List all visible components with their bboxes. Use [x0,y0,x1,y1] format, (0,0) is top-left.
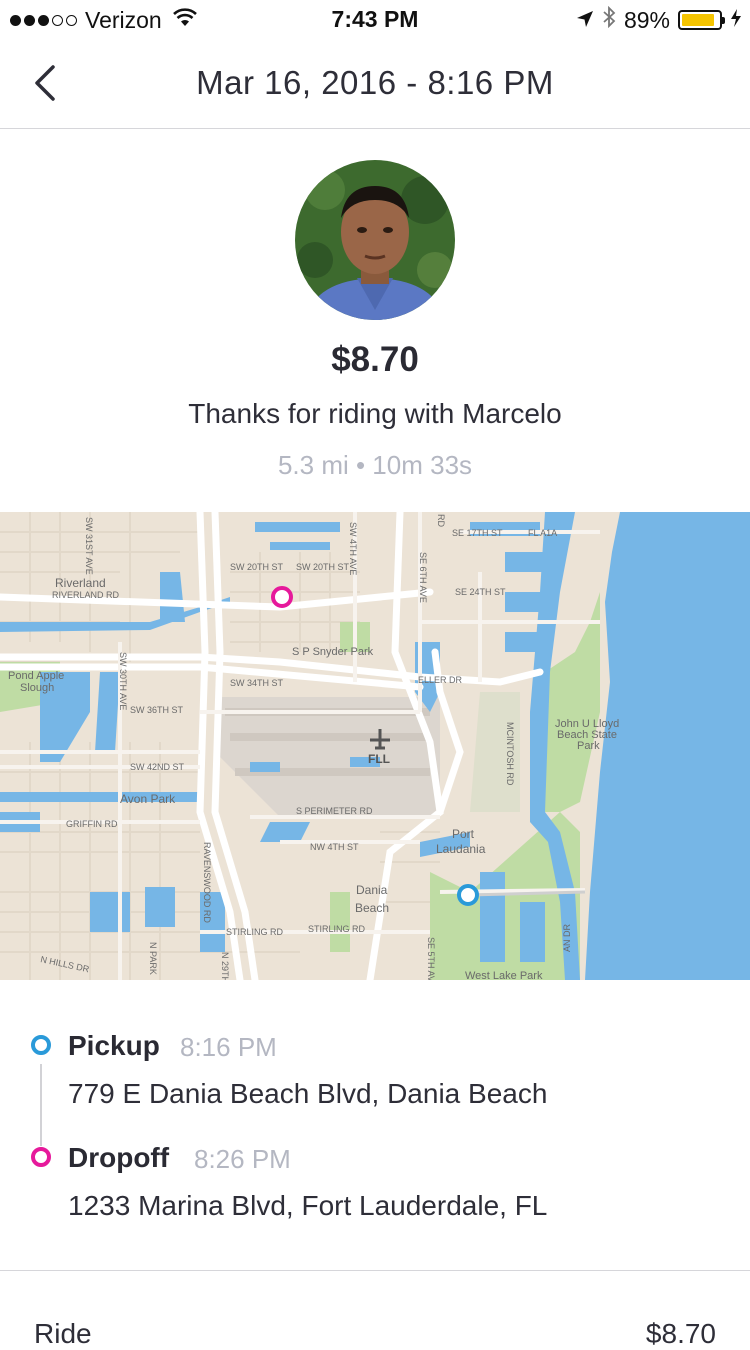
driver-avatar [295,160,455,320]
location-arrow-icon [576,7,594,34]
map-label: RIVERLAND RD [52,590,120,600]
route-connector [40,1064,42,1146]
map-label: Beach [355,901,389,915]
dropoff-marker[interactable] [271,586,293,608]
map-label: SW 42ND ST [130,762,185,772]
map-label: Laudania [436,842,486,856]
map-label: SW 4TH AVE [348,522,358,575]
map-label: N PARK [148,942,158,975]
thanks-message: Thanks for riding with Marcelo [188,398,562,429]
map-label: SW 31ST AVE [84,517,94,575]
map-label: West Lake Park [465,970,543,980]
map-label: S PERIMETER RD [296,806,373,816]
map-label: NW 4TH ST [310,842,359,852]
pickup-dot-icon [31,1035,51,1055]
map-label: FLL [368,752,390,766]
ride-amount: $8.70 [645,1318,716,1349]
map-label: S P Snyder Park [292,646,374,658]
dropoff-address: 1233 Marina Blvd, Fort Lauderdale, FL [68,1190,548,1221]
map-label: RAVENSWOOD RD [202,842,212,923]
map-label: Pond Apple [8,670,64,682]
map-label: Port [452,827,475,841]
map-label: SW 20TH ST [230,562,284,572]
map-label: SW 30TH AVE [118,652,128,710]
page-title: Mar 16, 2016 - 8:16 PM [196,64,554,101]
map-label: STIRLING RD [226,927,284,937]
map-label: SE 6TH AVE [418,552,428,603]
battery-fill [682,14,715,26]
map-label: GRIFFIN RD [66,819,118,829]
map-label: FL A1A [528,528,557,538]
trip-stats: 5.3 mi • 10m 33s [277,450,473,480]
map-label: SE 17TH ST [452,528,503,538]
pickup-address: 779 E Dania Beach Blvd, Dania Beach [68,1078,548,1109]
dropoff-dot-icon [31,1147,51,1167]
battery-icon [678,10,725,30]
map-label: Slough [20,682,54,694]
section-divider [0,1270,750,1271]
bluetooth-icon [602,5,616,34]
map-label: SE 24TH ST [455,587,506,597]
dropoff-label: Dropoff [68,1142,170,1173]
nav-bar: Mar 16, 2016 - 8:16 PM [0,40,750,129]
status-bar-right: 89% [576,5,742,34]
route-map[interactable]: Riverland RIVERLAND RD Pond Apple Slough… [0,512,750,980]
map-label: SW 34TH ST [230,678,284,688]
map-label: Park [577,740,600,752]
map-label: SW 36TH ST [130,705,184,715]
pickup-time: 8:16 PM [180,1032,277,1062]
status-bar: Verizon 7:43 PM 89% [0,0,750,40]
map-label: AN DR [562,923,572,952]
map-label: RD [436,514,446,527]
map-label: SW 20TH ST [296,562,350,572]
map-label: Riverland [55,576,106,590]
map-label: Avon Park [120,792,176,806]
dropoff-time: 8:26 PM [194,1144,291,1174]
map-label: Dania [356,883,388,897]
battery-percent: 89% [623,6,670,33]
pickup-label: Pickup [68,1030,160,1061]
ride-label: Ride [34,1318,92,1349]
pickup-marker[interactable] [457,884,479,906]
map-label: SE 5TH AV [426,937,436,980]
map-label: STIRLING RD [308,924,366,934]
map-label: MCINTOSH RD [505,722,515,786]
map-label: ELLER DR [418,675,463,685]
fare-amount: $8.70 [331,340,419,379]
map-label: N 29TH A [220,952,230,980]
charging-bolt-icon [730,7,742,34]
